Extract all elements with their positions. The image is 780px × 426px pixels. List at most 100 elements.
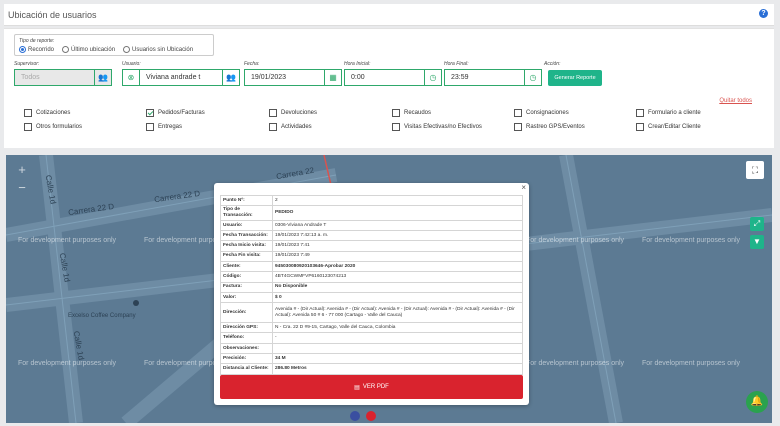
checkbox-label: Consignaciones — [526, 110, 569, 116]
info-row: Fecha Fin visita: 19/01/2023 7:49 — [220, 250, 523, 262]
hora-final-value: 23:59 — [451, 74, 469, 81]
checkbox-entregas[interactable]: Entregas — [146, 123, 182, 131]
checkbox-icon — [146, 123, 154, 131]
info-value: 0306-Viviana Andrade T — [272, 219, 523, 232]
info-value: - — [272, 332, 523, 344]
report-type-group: Tipo de reporte: Recorrido Último ubicac… — [14, 34, 214, 56]
checkbox-checked-icon — [146, 109, 154, 117]
radio-ultima-ubicacion[interactable]: Último ubicación — [62, 46, 115, 53]
checkbox-recaudos[interactable]: Recaudos — [392, 109, 431, 117]
checkbox-formulario-cliente[interactable]: Formulario a cliente — [636, 109, 701, 117]
info-row: Fecha Inicio visita: 19/01/2023 7:41 — [220, 240, 523, 252]
checkbox-icon — [514, 123, 522, 131]
help-icon[interactable]: ? — [759, 9, 768, 18]
supervisor-label: Supervisor: — [14, 61, 40, 67]
filter-icon[interactable]: ▼ — [750, 235, 764, 249]
usuario-select[interactable]: ⊗ Viviana andrade t 👥 — [122, 69, 240, 86]
checkbox-otros-formularios[interactable]: Otros formularios — [24, 123, 82, 131]
checkbox-rastreo-gps[interactable]: Rastreo GPS/Eventos — [514, 123, 585, 131]
quitar-todos-link[interactable]: Quitar todos — [719, 98, 752, 104]
info-key: Teléfono: — [220, 332, 273, 344]
info-value: PEDIDO — [272, 205, 523, 221]
info-table: Punto Nº: 2 Tipo de Transacción: PEDIDO Usua… — [220, 194, 523, 375]
info-key: Factura: — [220, 281, 273, 293]
fullscreen-icon[interactable]: ⛶ — [746, 161, 764, 179]
usuario-label: Usuario: — [122, 61, 141, 67]
radio-label: Recorrido — [28, 46, 55, 53]
hora-inicial-input[interactable]: 0:00 ◷ — [344, 69, 442, 86]
info-row: Dirección: Avenida # - (Dir Actual): Aven… — [220, 302, 523, 324]
checkbox-icon — [636, 109, 644, 117]
zoom-controls: + − — [14, 161, 30, 199]
checkbox-crear-editar-cliente[interactable]: Crear/Editar Cliente — [636, 123, 701, 131]
info-key: Observaciones: — [220, 342, 273, 355]
close-icon[interactable]: × — [521, 183, 526, 192]
radio-sin-ubicacion[interactable]: Usuarios sin Ubicación — [123, 46, 193, 53]
watermark: For development purposes only — [526, 360, 625, 367]
hora-final-input[interactable]: 23:59 ◷ — [444, 69, 542, 86]
pdf-icon: ▤ — [354, 384, 360, 391]
info-row: Valor: $ 0 — [220, 291, 523, 304]
info-key: Cliente: — [220, 260, 273, 273]
info-key: Dirección: — [220, 302, 273, 324]
info-value: N - Cra. 22 D #9-15, Cartago, Valle del … — [272, 322, 523, 334]
watermark: For development purposes only — [642, 360, 741, 367]
checkbox-label: Otros formularios — [36, 124, 83, 130]
map-marker-icon[interactable] — [350, 411, 360, 421]
accion-label: Acción: — [544, 61, 561, 67]
info-value: $ 0 — [272, 291, 523, 304]
map-marker-cart-icon[interactable] — [366, 411, 376, 421]
info-key: Distancia al Cliente: — [220, 363, 273, 375]
info-value: Avenida # - (Dir Actual): Avenida # - (D… — [272, 302, 523, 324]
checkbox-consignaciones[interactable]: Consignaciones — [514, 109, 569, 117]
info-row: Código: 4BT4GCWMFVP6160123074213 — [220, 271, 523, 283]
info-key: Fecha Inicio visita: — [220, 240, 273, 252]
info-value: 19/01/2023 7:42:13 a. m. — [272, 230, 523, 242]
ver-pdf-button[interactable]: ▤ VER PDF — [220, 375, 523, 399]
checkbox-icon — [269, 109, 277, 117]
supervisor-select[interactable]: Todos 👥 — [14, 69, 112, 86]
checkbox-devoluciones[interactable]: Devoluciones — [269, 109, 317, 117]
info-row: Dirección GPS: N - Cra. 22 D #9-15, Carta… — [220, 322, 523, 334]
info-row: Precisión: 34 M — [220, 353, 523, 365]
zoom-out-button[interactable]: − — [14, 179, 30, 197]
checkbox-icon — [24, 123, 32, 131]
checkbox-label: Visitas Efectivas/no Efectivos — [404, 124, 482, 130]
checkbox-cotizaciones[interactable]: Cotizaciones — [24, 109, 70, 117]
clear-icon[interactable]: ⊗ — [123, 70, 140, 85]
checkbox-pedidos-facturas[interactable]: Pedidos/Facturas — [146, 109, 205, 117]
checkbox-icon — [392, 109, 400, 117]
info-value: 286.80 Metros — [272, 363, 523, 375]
hora-inicial-label: Hora Inicial: — [344, 61, 371, 67]
info-key: Código: — [220, 271, 273, 283]
clock-icon[interactable]: ◷ — [524, 70, 541, 85]
users-icon[interactable]: 👥 — [222, 70, 239, 85]
info-key: Tipo de Transacción: — [220, 205, 273, 221]
info-key: Punto Nº: — [220, 194, 273, 207]
info-value — [272, 342, 523, 355]
supervisor-field: Supervisor: Todos 👥 — [14, 61, 112, 86]
fecha-input[interactable]: 19/01/2023 ▦ — [244, 69, 342, 86]
info-key: Valor: — [220, 291, 273, 304]
radio-recorrido[interactable]: Recorrido — [19, 46, 54, 53]
checkbox-label: Recaudos — [404, 110, 432, 116]
info-row: Tipo de Transacción: PEDIDO — [220, 205, 523, 221]
notification-bell-icon[interactable]: 🔔 — [746, 391, 768, 413]
clock-icon[interactable]: ◷ — [424, 70, 441, 85]
fecha-label: Fecha: — [244, 61, 260, 67]
checkbox-label: Devoluciones — [281, 110, 318, 116]
calendar-icon[interactable]: ▦ — [324, 70, 341, 85]
checkbox-actividades[interactable]: Actividades — [269, 123, 312, 131]
expand-icon[interactable]: ⤢ — [750, 217, 764, 231]
radio-selected-icon — [19, 46, 26, 53]
generar-reporte-button[interactable]: Generar Reporte — [548, 70, 602, 86]
users-icon[interactable]: 👥 — [94, 70, 111, 85]
page-title: Ubicación de usuarios — [8, 10, 97, 20]
checkbox-label: Pedidos/Facturas — [158, 110, 205, 116]
info-key: Fecha Transacción: — [220, 230, 273, 242]
checkbox-visitas-efectivas[interactable]: Visitas Efectivas/no Efectivos — [392, 123, 482, 131]
app-frame: Ubicación de usuarios ? Tipo de reporte:… — [0, 0, 780, 426]
radio-empty-icon — [62, 46, 70, 53]
zoom-in-button[interactable]: + — [14, 161, 30, 179]
radio-label: Usuarios sin Ubicación — [132, 46, 194, 53]
